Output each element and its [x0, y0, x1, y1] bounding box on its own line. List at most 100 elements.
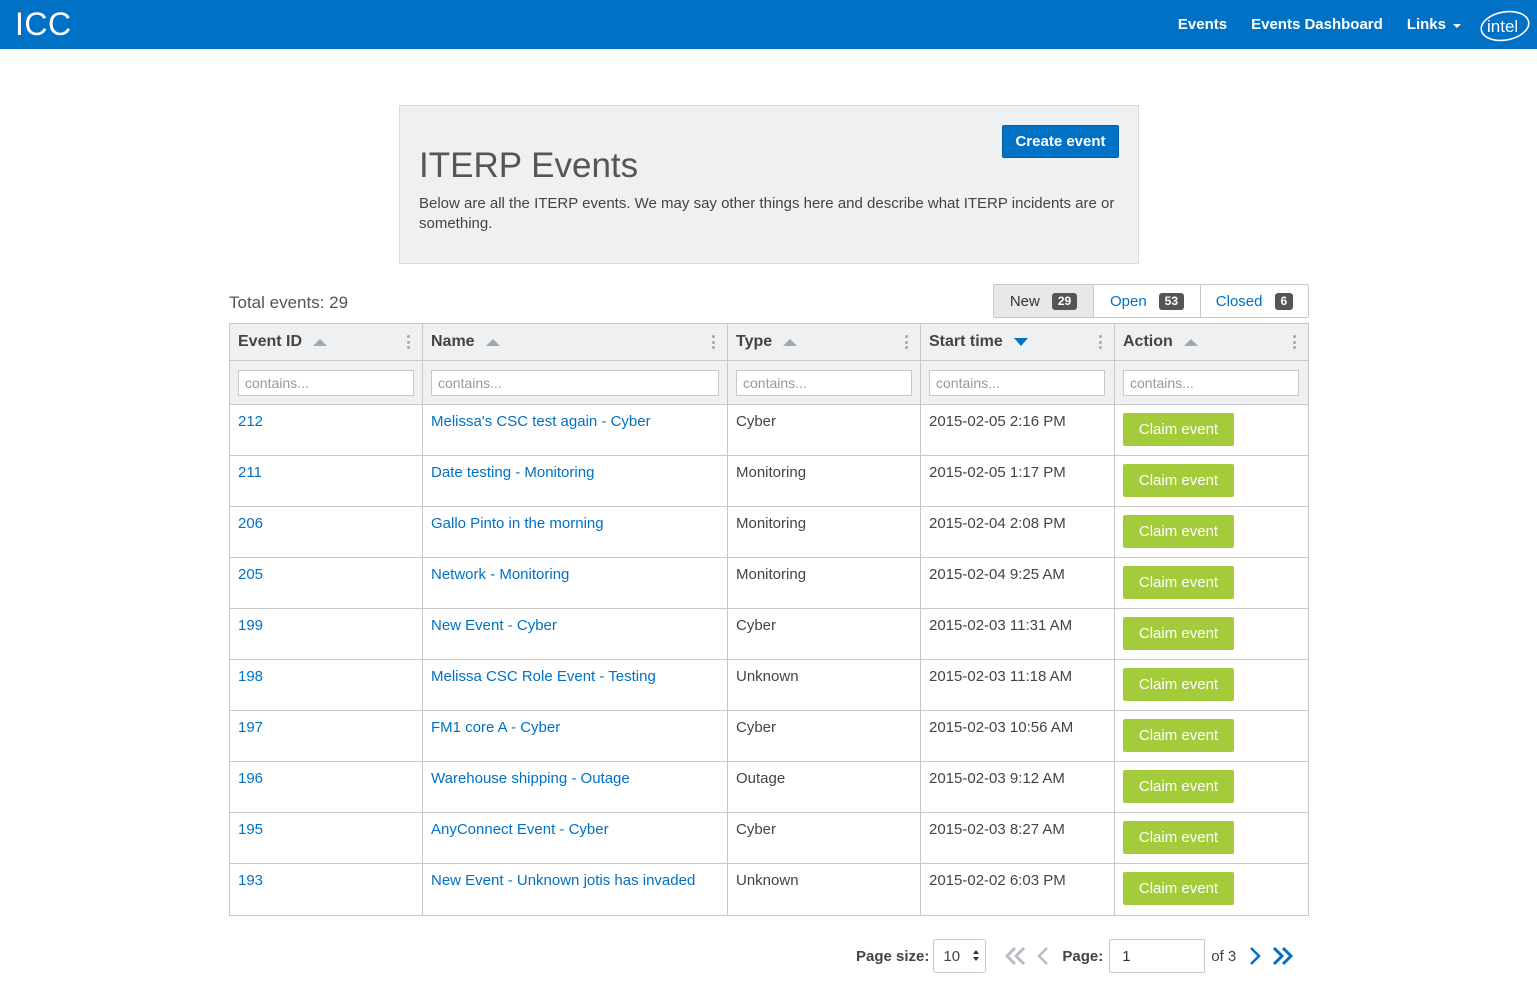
claim-event-button[interactable]: Claim event	[1123, 872, 1234, 905]
event-id-link[interactable]: 195	[238, 821, 263, 838]
claim-event-button[interactable]: Claim event	[1123, 821, 1234, 854]
sort-desc-icon[interactable]	[1013, 338, 1028, 346]
table-row: 211 Date testing - Monitoring Monitoring…	[230, 456, 1308, 507]
page-of-label: of 3	[1211, 947, 1237, 965]
event-name-link[interactable]: Network - Monitoring	[431, 566, 569, 583]
table-row: 205 Network - Monitoring Monitoring 2015…	[230, 558, 1308, 609]
last-page-icon[interactable]	[1270, 946, 1294, 966]
column-header-type[interactable]: Type	[728, 324, 921, 360]
event-name-link[interactable]: Date testing - Monitoring	[431, 464, 594, 481]
first-page-icon[interactable]	[1004, 946, 1028, 966]
claim-event-button[interactable]: Claim event	[1123, 719, 1234, 752]
sort-asc-icon[interactable]	[485, 338, 500, 346]
event-type: Cyber	[736, 617, 777, 634]
page-label: Page:	[1062, 947, 1104, 965]
claim-event-button[interactable]: Claim event	[1123, 566, 1234, 599]
event-start-time: 2015-02-05 1:17 PM	[929, 464, 1066, 481]
event-name-link[interactable]: Melissa CSC Role Event - Testing	[431, 668, 656, 685]
event-id-link[interactable]: 199	[238, 617, 263, 634]
column-header-name[interactable]: Name	[423, 324, 728, 360]
event-id-link[interactable]: 205	[238, 566, 263, 583]
event-name-link[interactable]: New Event - Cyber	[431, 617, 557, 634]
column-menu-icon[interactable]	[1293, 335, 1296, 349]
nav-dropdown-links[interactable]: Links	[1407, 16, 1461, 33]
nav-dropdown-links-label: Links	[1406, 16, 1446, 33]
event-id-link[interactable]: 206	[238, 515, 263, 532]
event-start-time: 2015-02-03 11:31 AM	[929, 617, 1073, 634]
column-header-action[interactable]: Action	[1115, 324, 1308, 360]
events-grid: Event ID Name Type Start time Action con…	[229, 323, 1309, 916]
intel-logo-text: intel	[1487, 17, 1518, 36]
column-menu-icon[interactable]	[905, 335, 908, 349]
event-name-link[interactable]: FM1 core A - Cyber	[431, 719, 560, 736]
tab-new-label: New	[1009, 292, 1040, 310]
caret-down-icon	[1453, 23, 1461, 28]
event-start-time: 2015-02-04 2:08 PM	[929, 515, 1066, 532]
table-row: 193 New Event - Unknown jotis has invade…	[230, 864, 1308, 915]
event-id-link[interactable]: 197	[238, 719, 263, 736]
brand-logo[interactable]: ICC	[15, 6, 72, 43]
column-menu-icon[interactable]	[407, 335, 410, 349]
claim-event-button[interactable]: Claim event	[1123, 668, 1234, 701]
event-type: Monitoring	[736, 566, 807, 583]
page-description: Below are all the ITERP events. We may s…	[419, 195, 1115, 232]
nav-links: Events Events Dashboard Links intel	[1178, 0, 1537, 49]
event-start-time: 2015-02-03 9:12 AM	[929, 770, 1065, 787]
column-header-label: Start time	[929, 333, 1003, 350]
create-event-button[interactable]: Create event	[1002, 125, 1119, 158]
claim-event-button[interactable]: Claim event	[1123, 515, 1234, 548]
filter-event-id-input[interactable]	[238, 369, 414, 396]
page-number-input[interactable]	[1109, 939, 1206, 973]
total-events-count: Total events: 29	[229, 293, 349, 312]
filter-type-input[interactable]	[736, 369, 912, 396]
column-header-start-time[interactable]: Start time	[921, 324, 1115, 360]
event-start-time: 2015-02-05 2:16 PM	[929, 413, 1066, 430]
event-name-link[interactable]: New Event - Unknown jotis has invaded	[431, 872, 695, 889]
previous-page-icon[interactable]	[1036, 946, 1050, 966]
table-row: 198 Melissa CSC Role Event - Testing Unk…	[230, 660, 1308, 711]
tab-open[interactable]: Open 53	[1093, 285, 1200, 317]
event-id-link[interactable]: 196	[238, 770, 263, 787]
sort-asc-icon[interactable]	[313, 338, 328, 346]
event-start-time: 2015-02-04 9:25 AM	[929, 566, 1065, 583]
table-row: 212 Melissa's CSC test again - Cyber Cyb…	[230, 405, 1308, 456]
claim-event-button[interactable]: Claim event	[1123, 464, 1234, 497]
tab-open-label: Open	[1109, 292, 1147, 310]
event-name-link[interactable]: Gallo Pinto in the morning	[431, 515, 604, 532]
filter-name-input[interactable]	[431, 369, 719, 396]
event-type: Cyber	[736, 719, 777, 736]
event-id-link[interactable]: 212	[238, 413, 263, 430]
next-page-icon[interactable]	[1248, 946, 1262, 966]
nav-link-events[interactable]: Events	[1178, 16, 1227, 33]
table-row: 195 AnyConnect Event - Cyber Cyber 2015-…	[230, 813, 1308, 864]
event-name-link[interactable]: AnyConnect Event - Cyber	[431, 821, 609, 838]
tab-closed-count-badge: 6	[1274, 292, 1294, 310]
sort-asc-icon[interactable]	[1183, 338, 1198, 346]
column-menu-icon[interactable]	[1099, 335, 1102, 349]
event-name-link[interactable]: Melissa's CSC test again - Cyber	[431, 413, 651, 430]
table-row: 206 Gallo Pinto in the morning Monitorin…	[230, 507, 1308, 558]
column-header-label: Name	[431, 333, 475, 350]
page-size-select[interactable]: 10	[933, 939, 987, 973]
event-type: Unknown	[736, 668, 799, 685]
claim-event-button[interactable]: Claim event	[1123, 770, 1234, 803]
table-row: 196 Warehouse shipping - Outage Outage 2…	[230, 762, 1308, 813]
event-name-link[interactable]: Warehouse shipping - Outage	[431, 770, 630, 787]
column-header-label: Type	[736, 333, 773, 350]
tab-new[interactable]: New 29	[994, 285, 1093, 317]
column-header-event-id[interactable]: Event ID	[230, 324, 423, 360]
column-header-label: Event ID	[238, 333, 303, 350]
event-type: Monitoring	[736, 464, 807, 481]
claim-event-button[interactable]: Claim event	[1123, 617, 1234, 650]
tab-closed[interactable]: Closed 6	[1200, 285, 1308, 317]
event-id-link[interactable]: 198	[238, 668, 263, 685]
event-id-link[interactable]: 193	[238, 872, 263, 889]
column-menu-icon[interactable]	[712, 335, 715, 349]
claim-event-button[interactable]: Claim event	[1123, 413, 1234, 446]
filter-start-time-input[interactable]	[929, 369, 1105, 396]
filter-action-input[interactable]	[1123, 369, 1299, 396]
sort-asc-icon[interactable]	[783, 338, 798, 346]
event-id-link[interactable]: 211	[238, 464, 262, 481]
nav-link-events-dashboard[interactable]: Events Dashboard	[1251, 16, 1383, 33]
event-type: Monitoring	[736, 515, 807, 532]
